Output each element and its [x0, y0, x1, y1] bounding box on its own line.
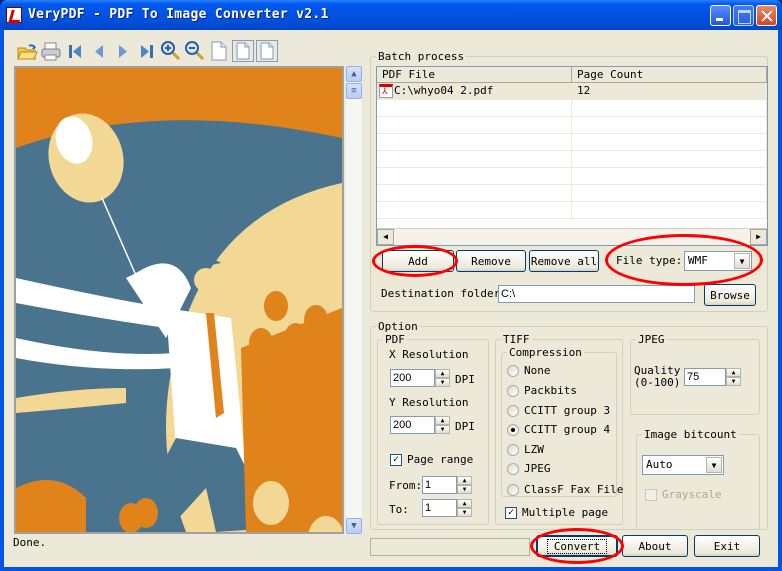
- chevron-down-icon[interactable]: ▼: [706, 457, 722, 473]
- browse-button[interactable]: Browse: [704, 284, 756, 306]
- scroll-right-button[interactable]: ▶: [750, 229, 767, 245]
- pdf-file-icon: ⅄: [379, 84, 393, 98]
- page-range-label: Page range: [407, 453, 474, 466]
- fit-width-icon[interactable]: [256, 40, 278, 62]
- remove-all-button[interactable]: Remove all: [529, 250, 599, 272]
- y-dpi-label: DPI: [455, 420, 475, 433]
- page-range-checkbox[interactable]: ✓ Page range: [390, 453, 473, 466]
- x-resolution-label: X Resolution: [389, 348, 469, 361]
- list-horizontal-scrollbar[interactable]: ◀ ▶: [377, 228, 767, 245]
- add-button[interactable]: Add: [382, 250, 454, 272]
- page-icon[interactable]: [208, 40, 230, 62]
- first-page-icon[interactable]: [64, 40, 86, 62]
- zoom-in-icon[interactable]: [160, 40, 182, 62]
- jpeg-legend: JPEG: [638, 333, 665, 346]
- to-spinner[interactable]: ▲ ▼: [457, 499, 472, 517]
- preview-vertical-scrollbar[interactable]: ▲ ≡ ▼: [346, 66, 362, 534]
- close-button[interactable]: [756, 5, 777, 26]
- to-label: To:: [389, 503, 409, 516]
- print-icon[interactable]: [40, 40, 62, 62]
- multiple-page-checkbox[interactable]: ✓ Multiple page: [505, 506, 608, 519]
- check-icon: ✓: [505, 506, 517, 519]
- pdf-file-list[interactable]: PDF File Page Count ⅄ C:\whyo04 2.pdf 12…: [376, 66, 768, 246]
- from-spinner[interactable]: ▲ ▼: [457, 476, 472, 494]
- destination-folder-label: Destination folder: [381, 287, 501, 300]
- pdf-legend: PDF: [385, 333, 405, 346]
- maximize-button[interactable]: [733, 5, 754, 26]
- x-resolution-input[interactable]: 200: [390, 369, 435, 387]
- from-label: From:: [389, 479, 423, 492]
- viewer-toolbar: [16, 40, 278, 62]
- bitcount-value: Auto: [646, 458, 673, 471]
- quality-input[interactable]: 75: [684, 368, 726, 386]
- open-icon[interactable]: [16, 40, 38, 62]
- multiple-page-label: Multiple page: [522, 506, 609, 519]
- chevron-down-icon[interactable]: ▼: [734, 253, 750, 269]
- tiff-legend: TIFF: [503, 333, 530, 346]
- page-count: 12: [572, 83, 767, 99]
- table-row[interactable]: ⅄ C:\whyo04 2.pdf 12: [377, 83, 767, 100]
- about-button[interactable]: About: [622, 535, 688, 557]
- y-resolution-input[interactable]: 200: [390, 416, 435, 434]
- radio-packbits[interactable]: Packbits: [507, 384, 577, 397]
- scroll-down-button[interactable]: ▼: [346, 518, 362, 534]
- from-input[interactable]: 1: [422, 476, 457, 494]
- client-area: ▲ ≡ ▼ Done. Batch process PDF File Page …: [4, 30, 778, 567]
- radio-lzw[interactable]: LZW: [507, 443, 544, 456]
- scroll-thumb[interactable]: ≡: [346, 83, 362, 99]
- check-icon: ✓: [390, 453, 402, 466]
- x-dpi-label: DPI: [455, 373, 475, 386]
- minimize-button[interactable]: [710, 5, 731, 26]
- app-icon: [6, 7, 22, 23]
- column-header-page-count[interactable]: Page Count: [572, 67, 767, 82]
- convert-button[interactable]: Convert: [536, 535, 618, 557]
- exit-button[interactable]: Exit: [694, 535, 760, 557]
- radio-jpeg[interactable]: JPEG: [507, 462, 551, 475]
- compression-legend: Compression: [509, 346, 582, 359]
- column-header-pdf-file[interactable]: PDF File: [377, 67, 572, 82]
- grayscale-checkbox[interactable]: Grayscale: [645, 488, 722, 501]
- quality-label: Quality (0-100): [634, 364, 681, 389]
- list-header: PDF File Page Count: [377, 67, 767, 83]
- y-resolution-spinner[interactable]: ▲ ▼: [435, 416, 450, 434]
- next-page-icon[interactable]: [112, 40, 134, 62]
- image-bitcount-legend: Image bitcount: [644, 428, 737, 441]
- file-type-dropdown[interactable]: WMF ▼: [684, 251, 752, 271]
- file-type-value: WMF: [688, 254, 708, 267]
- x-resolution-spinner[interactable]: ▲ ▼: [435, 369, 450, 387]
- scroll-up-button[interactable]: ▲: [346, 66, 362, 82]
- radio-ccitt-group-4[interactable]: CCITT group 4: [507, 423, 610, 436]
- batch-process-legend: Batch process: [378, 50, 465, 63]
- remove-button[interactable]: Remove: [456, 250, 526, 272]
- previous-page-icon[interactable]: [88, 40, 110, 62]
- file-type-label: File type:: [616, 254, 683, 267]
- option-legend: Option: [378, 320, 418, 333]
- window-title: VeryPDF - PDF To Image Converter v2.1: [28, 7, 329, 22]
- to-input[interactable]: 1: [422, 499, 457, 517]
- last-page-icon[interactable]: [136, 40, 158, 62]
- image-bitcount-group: Image bitcount: [636, 428, 760, 530]
- scroll-left-button[interactable]: ◀: [377, 229, 394, 245]
- radio-classf-fax-file[interactable]: ClassF Fax File: [507, 483, 623, 496]
- page-illustration: [16, 68, 342, 532]
- radio-none[interactable]: None: [507, 364, 551, 377]
- y-resolution-label: Y Resolution: [389, 396, 469, 409]
- conversion-progress-bar: [370, 538, 530, 556]
- zoom-out-icon[interactable]: [184, 40, 206, 62]
- radio-ccitt-group-3[interactable]: CCITT group 3: [507, 404, 610, 417]
- pdf-preview[interactable]: [14, 66, 344, 534]
- status-text: Done.: [13, 536, 47, 549]
- grayscale-label: Grayscale: [662, 488, 722, 501]
- bitcount-dropdown[interactable]: Auto ▼: [642, 455, 724, 475]
- quality-spinner[interactable]: ▲ ▼: [726, 368, 741, 386]
- title-bar[interactable]: VeryPDF - PDF To Image Converter v2.1: [0, 0, 782, 30]
- destination-folder-input[interactable]: C:\: [498, 285, 695, 303]
- app-window: VeryPDF - PDF To Image Converter v2.1 ▲ …: [0, 0, 782, 571]
- pdf-file-path: C:\whyo04 2.pdf: [394, 84, 494, 97]
- fit-page-icon[interactable]: [232, 40, 254, 62]
